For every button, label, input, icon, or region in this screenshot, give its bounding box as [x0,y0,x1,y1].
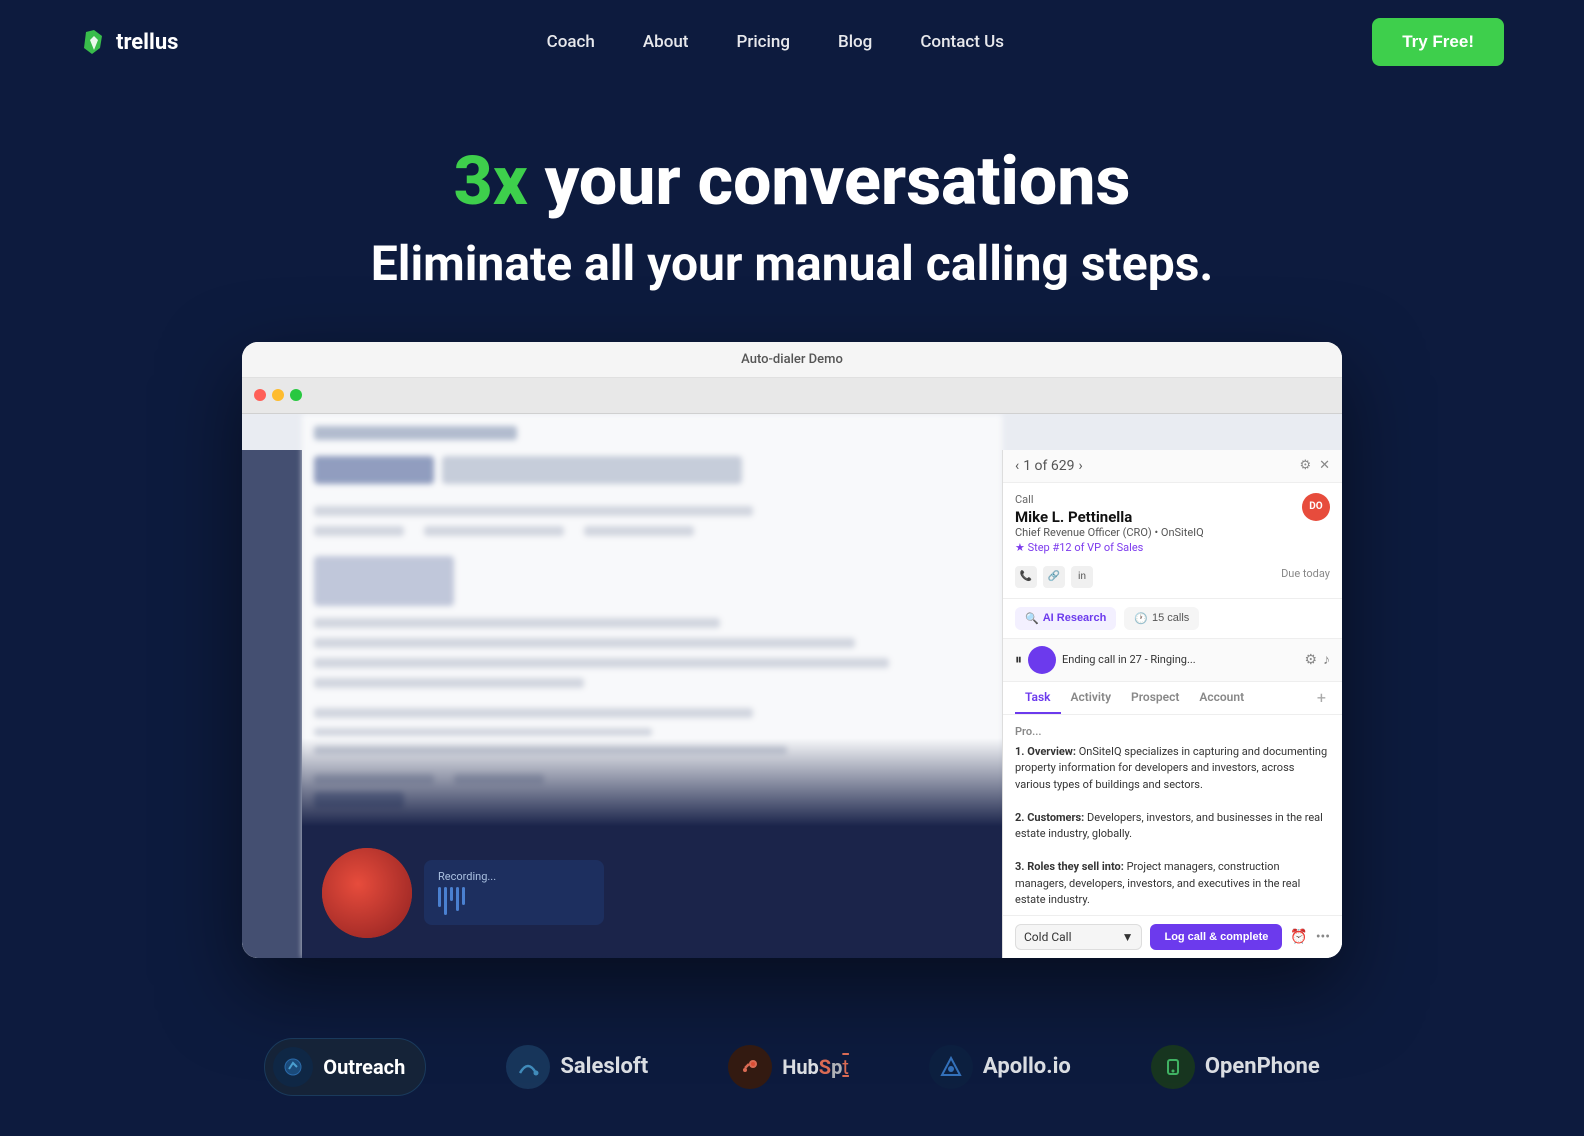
maximize-dot [290,389,302,401]
integrations-bar: Outreach Salesloft HubSpt [0,998,1584,1136]
hubspot-label: HubSpt [782,1055,849,1079]
call-type-label: Cold Call [1024,930,1072,944]
integration-openphone: OpenPhone [1151,1045,1320,1089]
log-call-button[interactable]: Log call & complete [1150,924,1282,950]
logo[interactable]: trellus [80,28,178,56]
due-date: Due today [1281,567,1330,580]
panel-actions: 🔍 AI Research 🕐 15 calls [1003,599,1342,639]
logo-text: trellus [116,30,178,55]
footer-icons: ⏰ ••• [1290,929,1330,945]
tab-prospect[interactable]: Prospect [1121,682,1189,714]
contact-type: Call [1015,493,1204,506]
navigation: trellus Coach About Pricing Blog Contact… [0,0,1584,84]
alarm-icon[interactable]: ⏰ [1290,929,1307,945]
calls-count-label: 15 calls [1152,612,1189,624]
hero-subheadline: Eliminate all your manual calling steps. [0,235,1584,292]
prospect-item-2-label: 2. Customers: [1015,811,1084,824]
openphone-label: OpenPhone [1205,1054,1320,1079]
outreach-icon [273,1047,313,1087]
demo-container: Auto-dialer Demo [242,342,1342,958]
sidebar-blur [242,450,302,958]
contact-title: Chief Revenue Officer (CRO) • OnSiteIQ [1015,526,1204,539]
ai-research-button[interactable]: 🔍 AI Research [1015,607,1116,630]
prospect-item-1-label: 1. Overview: [1015,745,1076,758]
hero-section: 3x your conversations Eliminate all your… [0,84,1584,342]
demo-main-content: Recording... [242,414,1342,958]
search-icon: 🔍 [1025,612,1039,625]
call-panel: ‹ 1 of 629 › ⚙ ✕ Call [1002,450,1342,958]
hero-headline: 3x your conversations [0,144,1584,219]
add-tab-button[interactable]: + [1313,682,1330,714]
calls-history-button[interactable]: 🕐 15 calls [1124,607,1199,630]
window-chrome [242,378,1342,414]
close-dot [254,389,266,401]
tab-account[interactable]: Account [1189,682,1254,714]
logo-icon [80,28,108,56]
more-options-icon[interactable]: ••• [1316,929,1330,945]
nav-blog[interactable]: Blog [838,32,872,52]
panel-footer: Cold Call ▼ Log call & complete ⏰ ••• [1003,915,1342,958]
settings-call-icon[interactable]: ⚙ [1304,652,1317,668]
integration-hubspot: HubSpt [728,1045,849,1089]
minimize-dot [272,389,284,401]
panel-nav-arrows: ‹ 1 of 629 › [1015,458,1083,474]
pause-button[interactable]: ⏸ [1015,652,1022,668]
prospect-text: 1. Overview: OnSiteIQ specializes in cap… [1015,744,1330,915]
prev-arrow[interactable]: ‹ [1015,458,1019,474]
integration-apollo: Apollo.io [929,1045,1071,1089]
contact-social: 📞 🔗 in [1015,566,1093,588]
next-arrow[interactable]: › [1079,458,1083,474]
panel-contact: Call Mike L. Pettinella Chief Revenue Of… [1003,483,1342,599]
panel-tabs: Task Activity Prospect Account + [1003,682,1342,715]
prospect-header: Pro... [1015,725,1330,738]
linkedin-icon[interactable]: in [1071,566,1093,588]
call-avatar-icon [1028,646,1056,674]
salesloft-label: Salesloft [560,1054,648,1079]
panel-body: Pro... 1. Overview: OnSiteIQ specializes… [1003,715,1342,915]
outreach-label: Outreach [323,1055,405,1079]
settings-icon[interactable]: ⚙ [1299,458,1311,473]
history-icon: 🕐 [1134,612,1148,625]
close-icon[interactable]: ✕ [1319,458,1330,473]
hero-headline-green: 3x [454,141,528,221]
dark-popup: Recording... [302,738,1002,958]
panel-header: ‹ 1 of 629 › ⚙ ✕ [1003,450,1342,483]
nav-contact[interactable]: Contact Us [920,32,1004,52]
prospect-item-3-label: 3. Roles they sell into: [1015,860,1124,873]
integration-outreach: Outreach [264,1038,426,1096]
nav-links: Coach About Pricing Blog Contact Us [547,32,1004,52]
tab-task[interactable]: Task [1015,682,1061,714]
panel-icons: ⚙ ✕ [1299,458,1330,473]
contact-step: ★ Step #12 of VP of Sales [1015,541,1204,554]
nav-pricing[interactable]: Pricing [736,32,790,52]
ai-research-label: AI Research [1043,612,1107,624]
panel-call-bar: ⏸ Ending call in 27 - Ringing... ⚙ ♪ [1003,639,1342,682]
phone-icon[interactable]: 📞 [1015,566,1037,588]
link-icon[interactable]: 🔗 [1043,566,1065,588]
demo-window: Recording... [242,378,1342,958]
music-icon[interactable]: ♪ [1323,651,1330,668]
call-type-select[interactable]: Cold Call ▼ [1015,924,1142,950]
avatar: DO [1302,493,1330,521]
integration-salesloft: Salesloft [506,1045,648,1089]
dropdown-icon: ▼ [1122,930,1134,944]
panel-counter: 1 of 629 [1023,458,1074,474]
tab-activity[interactable]: Activity [1061,682,1122,714]
contact-name: Mike L. Pettinella [1015,508,1204,526]
apollo-label: Apollo.io [983,1054,1071,1079]
demo-title-bar: Auto-dialer Demo [242,342,1342,378]
demo-title: Auto-dialer Demo [741,352,843,367]
nav-coach[interactable]: Coach [547,32,595,52]
hero-headline-white: your conversations [528,141,1131,221]
call-status: Ending call in 27 - Ringing... [1062,653,1298,666]
nav-about[interactable]: About [643,32,689,52]
try-free-button[interactable]: Try Free! [1372,18,1504,66]
